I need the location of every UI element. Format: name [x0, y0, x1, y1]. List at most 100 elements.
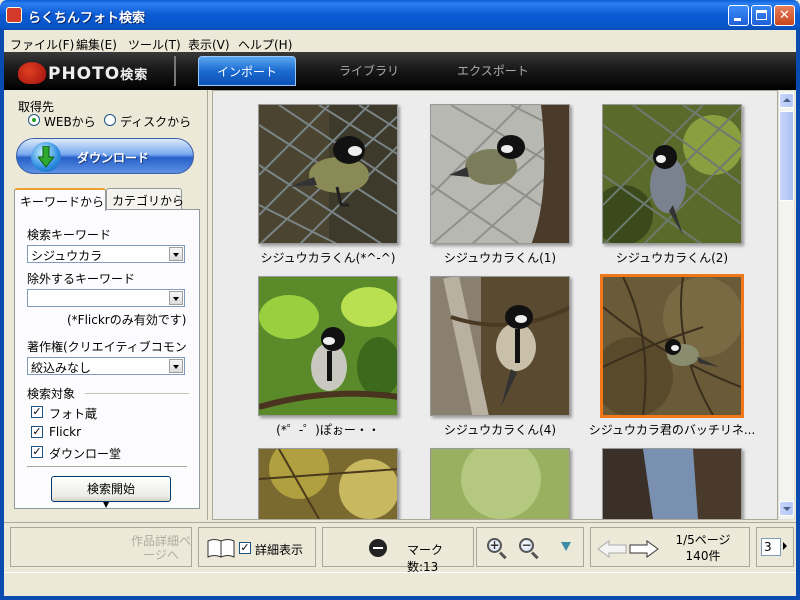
next-page-icon[interactable]: [629, 540, 659, 558]
grid-scrollbar[interactable]: [778, 90, 795, 520]
photo-caption: シジュウカラくん(1): [443, 251, 557, 265]
great-tit-photo: [603, 105, 741, 243]
radio-web[interactable]: [28, 114, 40, 126]
checkbox-fotozou[interactable]: ✓: [31, 406, 43, 418]
close-icon: ✕: [779, 8, 790, 23]
scroll-down-icon[interactable]: [779, 501, 794, 516]
checkbox-flickr-label[interactable]: Flickr: [49, 425, 81, 439]
chevron-down-icon[interactable]: [169, 359, 183, 373]
panel-divider: [27, 466, 187, 467]
photo-thumbnail[interactable]: [258, 448, 398, 519]
great-tit-photo: [259, 277, 397, 415]
photo-thumbnail[interactable]: [602, 448, 742, 519]
checkbox-flickr[interactable]: ✓: [31, 426, 43, 438]
radio-disk[interactable]: [104, 114, 116, 126]
target-group-label: 検索対象: [27, 387, 76, 401]
zoom-out-icon[interactable]: −: [517, 536, 541, 560]
prev-page-icon[interactable]: [597, 540, 627, 558]
chevron-right-icon[interactable]: [783, 542, 787, 550]
tab-import[interactable]: インポート: [198, 56, 296, 86]
detail-view-label[interactable]: 詳細表示: [255, 541, 303, 558]
menu-help[interactable]: ヘルプ(H): [238, 36, 292, 53]
detail-page-link[interactable]: 作品詳細ページへ: [131, 534, 191, 562]
keyword-combo[interactable]: シジュウカラ: [27, 245, 185, 263]
columns-panel: 3: [756, 527, 794, 567]
pagination-panel: 1/5ページ 140件: [590, 527, 750, 567]
photo-thumbnail[interactable]: [430, 448, 570, 519]
scroll-down-icon[interactable]: ▼: [103, 500, 109, 509]
search-panel: 取得先 WEBから ディスクから ダウンロード キーワードから カテゴリから 検…: [4, 90, 208, 520]
menu-edit[interactable]: 編集(E): [76, 36, 117, 53]
maximize-button[interactable]: [751, 5, 772, 26]
photo-image: [259, 449, 397, 519]
tab-keyword[interactable]: キーワードから: [14, 188, 106, 211]
photo-thumbnail-selected[interactable]: [600, 274, 744, 418]
zoom-in-icon[interactable]: +: [485, 536, 509, 560]
item-count: 140件: [685, 549, 721, 563]
download-button[interactable]: ダウンロード: [16, 138, 194, 174]
photo-caption: シジュウカラくん(*^-^): [260, 251, 396, 265]
checkbox-downloado-label[interactable]: ダウンロー堂: [49, 445, 121, 462]
logo-text: PHOTO検索: [48, 64, 148, 84]
scroll-up-icon[interactable]: [779, 93, 794, 108]
photo-image: [603, 449, 741, 519]
exclude-combo[interactable]: [27, 289, 185, 307]
window-title: らくちんフォト検索: [28, 11, 146, 26]
maximize-icon: [756, 10, 767, 20]
photo-grid[interactable]: シジュウカラくん(*^-^) シジュウカラくん(1) シジュウカラくん(2) (…: [212, 90, 778, 520]
close-button[interactable]: ✕: [774, 5, 795, 26]
filter-icon[interactable]: [561, 542, 571, 551]
page-number: 1/5ページ: [675, 533, 731, 547]
detail-view-checkbox[interactable]: ✓: [239, 542, 251, 554]
menu-view[interactable]: 表示(V): [188, 36, 230, 53]
photo-thumbnail[interactable]: [430, 276, 570, 416]
photo-thumbnail[interactable]: [602, 104, 742, 244]
minimize-button[interactable]: [728, 5, 749, 26]
app-icon: [6, 7, 22, 23]
radio-disk-label[interactable]: ディスクから: [120, 113, 191, 130]
photo-image: [431, 449, 569, 519]
title-bar[interactable]: らくちんフォト検索 ✕: [0, 0, 800, 30]
detail-link-panel: 作品詳細ページへ: [10, 527, 192, 567]
tab-library[interactable]: ライブラリ: [320, 56, 418, 86]
toolbar-separator: [174, 56, 176, 86]
search-mode-tabs: キーワードから カテゴリから: [14, 188, 198, 211]
keyword-value: シジュウカラ: [31, 249, 103, 263]
checkbox-downloado[interactable]: ✓: [31, 446, 43, 458]
photo-thumbnail[interactable]: [258, 104, 398, 244]
scroll-thumb[interactable]: [779, 111, 794, 201]
unmark-icon[interactable]: [369, 539, 387, 557]
search-start-button[interactable]: 検索開始: [51, 476, 171, 502]
book-icon: [207, 539, 235, 558]
keyword-tab-panel: 検索キーワード シジュウカラ 除外するキーワード (*Flickrのみ有効です)…: [14, 209, 200, 509]
radio-web-label[interactable]: WEBから: [44, 113, 96, 130]
menu-tools[interactable]: ツール(T): [128, 36, 181, 53]
menu-file[interactable]: ファイル(F): [10, 36, 74, 53]
great-tit-photo: [603, 277, 741, 415]
bottom-toolbar: 作品詳細ページへ ✓ 詳細表示 マーク数:13 + − 1/5ページ 140件 …: [4, 522, 796, 574]
exclude-label: 除外するキーワード: [27, 272, 136, 286]
flickr-note: (*Flickrのみ有効です): [67, 313, 187, 327]
mark-count: マーク数:13: [407, 543, 444, 574]
window-frame-bottom: [0, 596, 800, 600]
group-line: [85, 393, 189, 394]
tab-category[interactable]: カテゴリから: [106, 188, 184, 210]
mark-panel: マーク数:13: [322, 527, 474, 574]
checkbox-fotozou-label[interactable]: フォト蔵: [49, 405, 97, 422]
columns-input[interactable]: 3: [761, 538, 781, 556]
photo-thumbnail[interactable]: [258, 276, 398, 416]
status-bar: [4, 572, 796, 596]
photo-caption: シジュウカラ君のバッチリネ...: [588, 423, 756, 437]
main-toolbar: PHOTO検索 インポート ライブラリ エクスポート: [4, 52, 796, 90]
chevron-down-icon[interactable]: [169, 291, 183, 305]
chevron-down-icon[interactable]: [169, 247, 183, 261]
detail-view-panel: ✓ 詳細表示: [198, 527, 316, 567]
logo-suffix: 検索: [120, 68, 149, 83]
download-label: ダウンロード: [77, 151, 150, 165]
tab-export[interactable]: エクスポート: [444, 56, 542, 86]
menu-bar: ファイル(F) 編集(E) ツール(T) 表示(V) ヘルプ(H): [4, 30, 796, 52]
license-combo[interactable]: 絞込みなし: [27, 357, 185, 375]
great-tit-photo: [431, 277, 569, 415]
window-frame-right: [796, 30, 800, 600]
photo-thumbnail[interactable]: [430, 104, 570, 244]
